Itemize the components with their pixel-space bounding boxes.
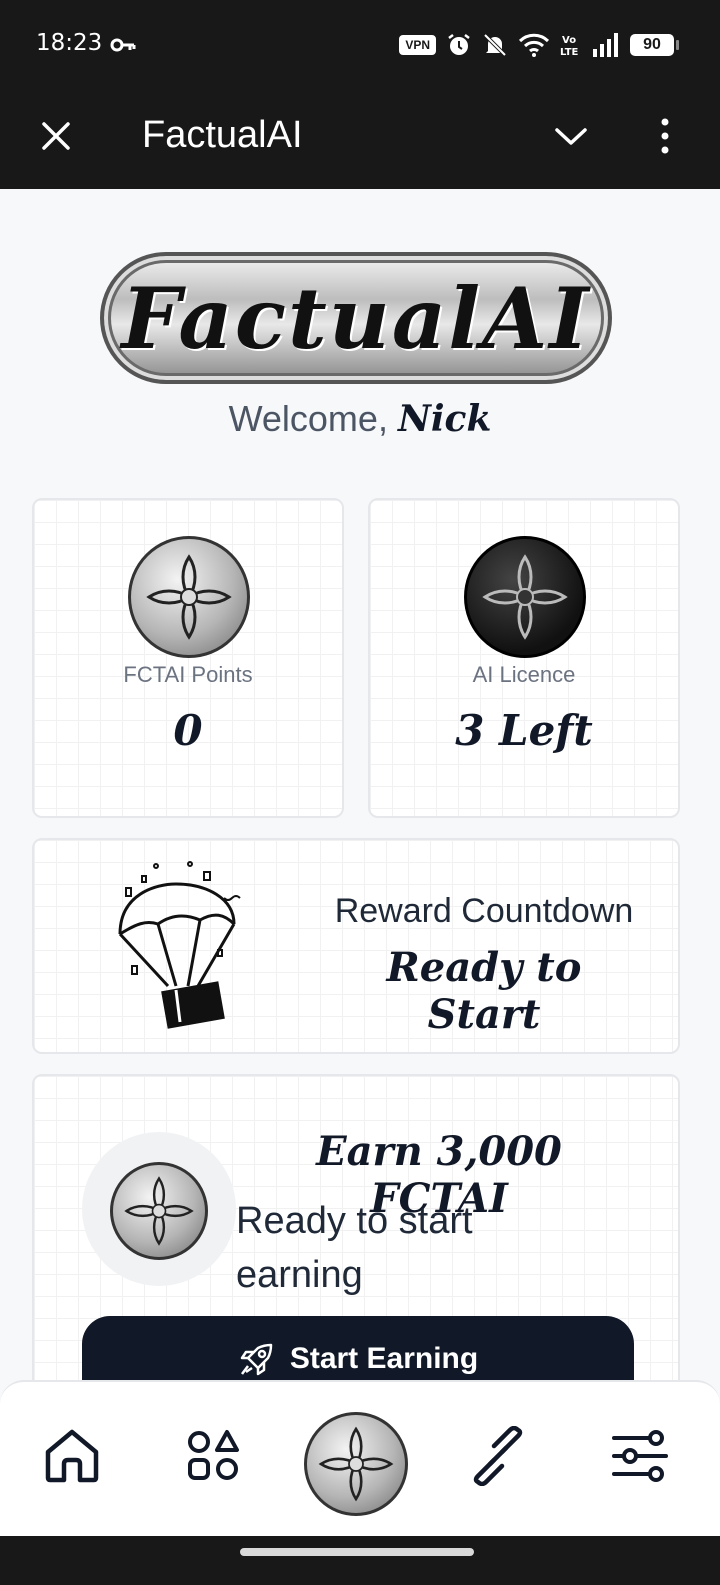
welcome-prefix: Welcome, bbox=[228, 398, 388, 439]
status-icons: VPN Vo LTE 90 bbox=[399, 32, 679, 58]
settings-sliders-icon[interactable] bbox=[610, 1426, 670, 1486]
alarm-icon bbox=[446, 32, 472, 58]
bottom-navigation bbox=[0, 1380, 720, 1536]
welcome-message: Welcome, Nick bbox=[0, 398, 720, 440]
home-indicator[interactable] bbox=[240, 1548, 474, 1556]
apps-icon[interactable] bbox=[184, 1426, 244, 1486]
licence-value: 3 Left bbox=[455, 706, 593, 755]
licence-label: AI Licence bbox=[472, 662, 576, 687]
licence-coin-icon bbox=[464, 536, 586, 658]
chevron-down-icon[interactable] bbox=[551, 118, 591, 154]
logo-text: FactualAI bbox=[121, 268, 591, 368]
reward-countdown-card[interactable]: Reward Countdown Ready to Start bbox=[32, 838, 680, 1054]
start-earning-label: Start Earning bbox=[289, 1342, 479, 1375]
link-icon[interactable] bbox=[468, 1426, 528, 1486]
countdown-label: Reward Countdown bbox=[334, 892, 634, 930]
home-icon[interactable] bbox=[42, 1426, 102, 1486]
bell-off-icon bbox=[482, 32, 508, 58]
earn-subtitle: Ready to start earning bbox=[236, 1200, 473, 1296]
status-time: 18:23 bbox=[36, 30, 103, 56]
battery-icon: 90 bbox=[630, 34, 679, 56]
center-coin-button[interactable] bbox=[304, 1412, 408, 1516]
status-bar: 18:23 VPN Vo LTE 90 bbox=[0, 0, 720, 90]
countdown-value: Ready to Start bbox=[386, 944, 582, 1038]
volte-icon: Vo LTE bbox=[560, 32, 582, 58]
licence-card[interactable]: AI Licence 3 Left bbox=[368, 498, 680, 818]
app-title: FactualAI bbox=[142, 114, 303, 156]
points-card[interactable]: FCTAI Points 0 bbox=[32, 498, 344, 818]
close-icon[interactable] bbox=[36, 116, 76, 156]
svg-text:LTE: LTE bbox=[560, 47, 579, 58]
rocket-icon bbox=[238, 1342, 274, 1378]
parachute-gift-icon bbox=[106, 854, 246, 1034]
vpn-icon: VPN bbox=[399, 35, 436, 55]
points-value: 0 bbox=[173, 706, 203, 755]
brand-logo: FactualAI bbox=[100, 252, 612, 384]
app-bar: FactualAI bbox=[0, 90, 720, 189]
points-label: FCTAI Points bbox=[123, 662, 253, 687]
gesture-bar bbox=[0, 1536, 720, 1585]
user-name: Nick bbox=[397, 398, 492, 440]
signal-icon bbox=[592, 33, 620, 57]
wifi-icon bbox=[518, 32, 550, 58]
key-icon bbox=[110, 36, 136, 54]
svg-text:Vo: Vo bbox=[562, 35, 576, 46]
more-vertical-icon[interactable] bbox=[650, 116, 680, 156]
earn-coin-icon bbox=[110, 1162, 208, 1260]
coin-icon bbox=[128, 536, 250, 658]
